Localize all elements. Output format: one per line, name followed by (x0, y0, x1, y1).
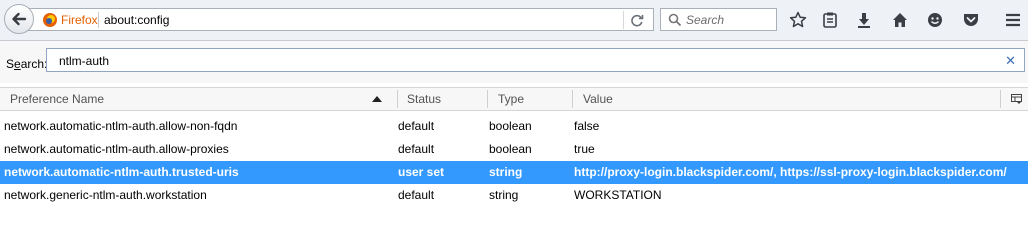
preference-name: network.automatic-ntlm-auth.trusted-uris (4, 165, 239, 179)
preference-name: network.automatic-ntlm-auth.allow-proxie… (4, 142, 229, 156)
preference-type: string (489, 165, 523, 179)
home-icon[interactable] (891, 11, 909, 29)
reload-separator (623, 11, 624, 29)
preference-type: boolean (489, 119, 532, 133)
search-placeholder: Search (686, 13, 725, 27)
url-bar[interactable]: Firefox about:config (28, 8, 654, 31)
column-header-type[interactable]: Type (488, 88, 572, 110)
pocket-icon[interactable] (962, 11, 980, 29)
column-header-preference-name[interactable]: Preference Name (0, 88, 397, 110)
url-text[interactable]: about:config (104, 13, 169, 27)
preference-value: false (574, 119, 600, 133)
back-arrow-icon (12, 12, 27, 26)
preference-value: WORKSTATION (574, 188, 662, 202)
reading-list-icon[interactable] (821, 11, 839, 29)
filter-row: Search: ntlm-auth ✕ (0, 41, 1028, 83)
table-row[interactable]: network.automatic-ntlm-auth.allow-non-fq… (0, 115, 1028, 138)
column-header-status[interactable]: Status (397, 88, 487, 110)
table-row[interactable]: network.generic-ntlm-auth.workstation de… (0, 184, 1028, 207)
preference-value: true (574, 142, 595, 156)
reload-icon[interactable] (629, 12, 645, 28)
preference-status: default (398, 188, 435, 202)
navigation-toolbar: Firefox about:config Search (0, 0, 1028, 41)
preference-type: string (489, 188, 519, 202)
table-row[interactable]: network.automatic-ntlm-auth.allow-proxie… (0, 138, 1028, 161)
column-header-value[interactable]: Value (573, 88, 1000, 110)
preference-name: network.automatic-ntlm-auth.allow-non-fq… (4, 119, 238, 133)
download-icon[interactable] (855, 11, 873, 29)
filter-input[interactable]: ntlm-auth ✕ (46, 48, 1025, 72)
magnifier-icon (668, 13, 682, 27)
table-row-selected[interactable]: network.automatic-ntlm-auth.trusted-uris… (0, 161, 1028, 184)
sort-ascending-icon (372, 96, 382, 102)
star-icon[interactable] (789, 11, 807, 29)
table-header: Preference Name Status Type Value (0, 87, 1028, 111)
firefox-logo-icon (43, 13, 57, 27)
column-picker-icon[interactable] (1011, 94, 1022, 104)
preference-value: http://proxy-login.blackspider.com/, htt… (574, 165, 1007, 179)
filter-label: Search: (6, 57, 48, 71)
preferences-table: Preference Name Status Type Value networ… (0, 87, 1028, 212)
filter-input-value[interactable]: ntlm-auth (59, 54, 109, 68)
preference-name: network.generic-ntlm-auth.workstation (4, 188, 207, 202)
identity-label: Firefox (61, 13, 98, 27)
web-search-bar[interactable]: Search (660, 8, 777, 31)
column-divider[interactable] (1000, 90, 1001, 108)
preference-status: user set (398, 165, 445, 179)
preference-status: default (398, 142, 435, 156)
menu-icon[interactable] (1004, 11, 1022, 29)
hello-icon[interactable] (926, 11, 944, 29)
clear-icon[interactable]: ✕ (1005, 53, 1016, 69)
back-button[interactable] (4, 4, 34, 34)
url-separator (98, 12, 99, 28)
preference-status: default (398, 119, 435, 133)
preference-type: boolean (489, 142, 532, 156)
